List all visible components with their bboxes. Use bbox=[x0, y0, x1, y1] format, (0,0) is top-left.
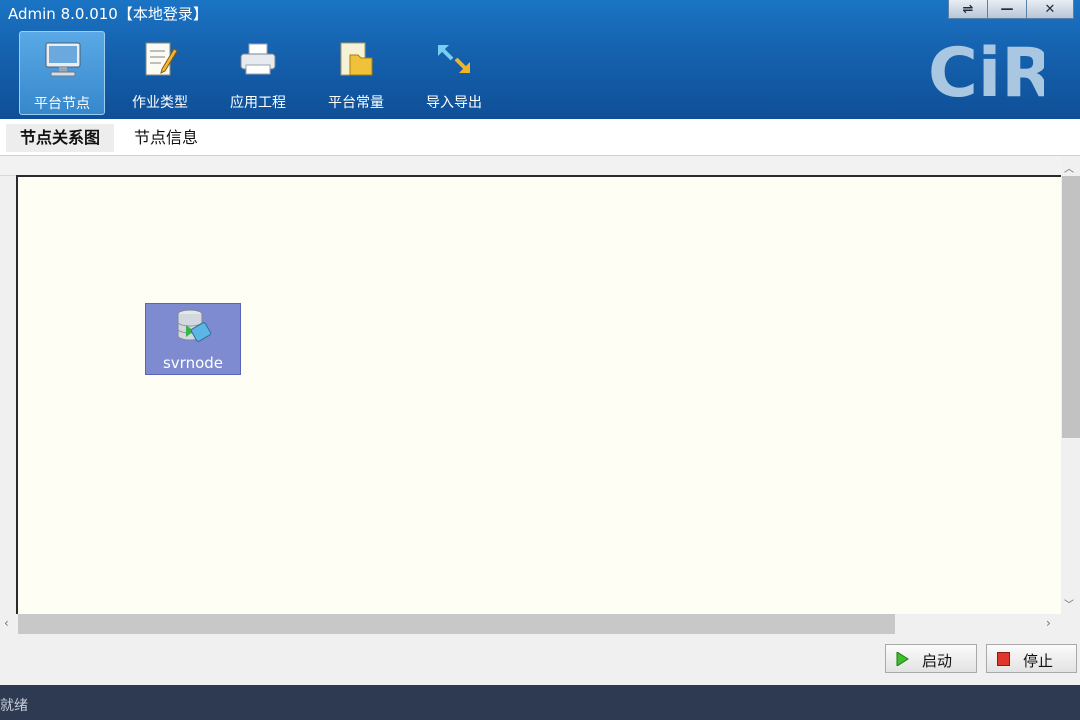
logo: CiR bbox=[928, 38, 1044, 102]
stop-icon bbox=[997, 652, 1010, 666]
tab-bar: 节点关系图 节点信息 bbox=[0, 119, 1080, 156]
play-icon bbox=[896, 652, 909, 666]
tab-node-graph[interactable]: 节点关系图 bbox=[6, 124, 115, 152]
window-controls: ⇌ — ✕ bbox=[948, 0, 1074, 19]
vertical-scroll-thumb[interactable] bbox=[1062, 176, 1080, 438]
toolbar-app-projects[interactable]: 应用工程 bbox=[215, 31, 301, 115]
stop-button[interactable]: 停止 bbox=[986, 644, 1077, 673]
start-button[interactable]: 启动 bbox=[885, 644, 977, 673]
scroll-right-icon[interactable]: › bbox=[1046, 616, 1051, 630]
toolbar-platform-constants[interactable]: 平台常量 bbox=[313, 31, 399, 115]
stop-label: 停止 bbox=[1023, 652, 1054, 670]
toolbar-platform-nodes[interactable]: 平台节点 bbox=[19, 31, 105, 115]
canvas-ruler bbox=[0, 156, 1062, 176]
tab-node-info[interactable]: 节点信息 bbox=[120, 124, 212, 152]
toolbar-label: 导入导出 bbox=[426, 95, 482, 111]
toolbar-label: 平台节点 bbox=[34, 96, 90, 112]
start-label: 启动 bbox=[922, 652, 953, 670]
app-header: Admin 8.0.010【本地登录】 ⇌ — ✕ 平台节点 作业类型 应用工程… bbox=[0, 0, 1080, 119]
window-title: Admin 8.0.010【本地登录】 bbox=[8, 5, 208, 23]
toolbar-label: 应用工程 bbox=[230, 95, 286, 111]
node-label: svrnode bbox=[162, 354, 224, 372]
horizontal-scroll-thumb[interactable] bbox=[18, 614, 895, 634]
horizontal-scrollbar[interactable]: ‹ › bbox=[0, 614, 1062, 634]
restore-button[interactable]: ⇌ bbox=[948, 0, 988, 19]
scroll-down-icon[interactable]: ﹀ bbox=[1064, 596, 1074, 611]
computer-icon bbox=[45, 42, 81, 77]
svg-text:CiR: CiR bbox=[928, 38, 1044, 102]
database-server-icon bbox=[177, 309, 212, 342]
toolbar-import-export[interactable]: 导入导出 bbox=[411, 31, 497, 115]
folder-icon bbox=[340, 42, 373, 76]
import-export-arrows-icon bbox=[438, 45, 470, 73]
minimize-button[interactable]: — bbox=[987, 0, 1027, 19]
printer-icon bbox=[240, 43, 276, 75]
scroll-left-icon[interactable]: ‹ bbox=[4, 616, 9, 630]
status-text: 就绪 bbox=[0, 698, 28, 714]
node-graph-canvas[interactable]: svrnode bbox=[16, 175, 1061, 614]
toolbar-label: 平台常量 bbox=[328, 95, 384, 111]
status-bar: 就绪 bbox=[0, 685, 1080, 720]
toolbar-label: 作业类型 bbox=[132, 95, 188, 111]
vertical-scrollbar[interactable]: ︿ ﹀ bbox=[1061, 156, 1080, 614]
graph-node[interactable]: svrnode bbox=[145, 303, 241, 375]
toolbar-job-types[interactable]: 作业类型 bbox=[117, 31, 203, 115]
close-button[interactable]: ✕ bbox=[1026, 0, 1074, 19]
scroll-up-icon[interactable]: ︿ bbox=[1064, 160, 1074, 175]
edit-document-icon bbox=[145, 42, 178, 76]
main-toolbar: 平台节点 作业类型 应用工程 平台常量 导入导出 bbox=[19, 31, 509, 115]
